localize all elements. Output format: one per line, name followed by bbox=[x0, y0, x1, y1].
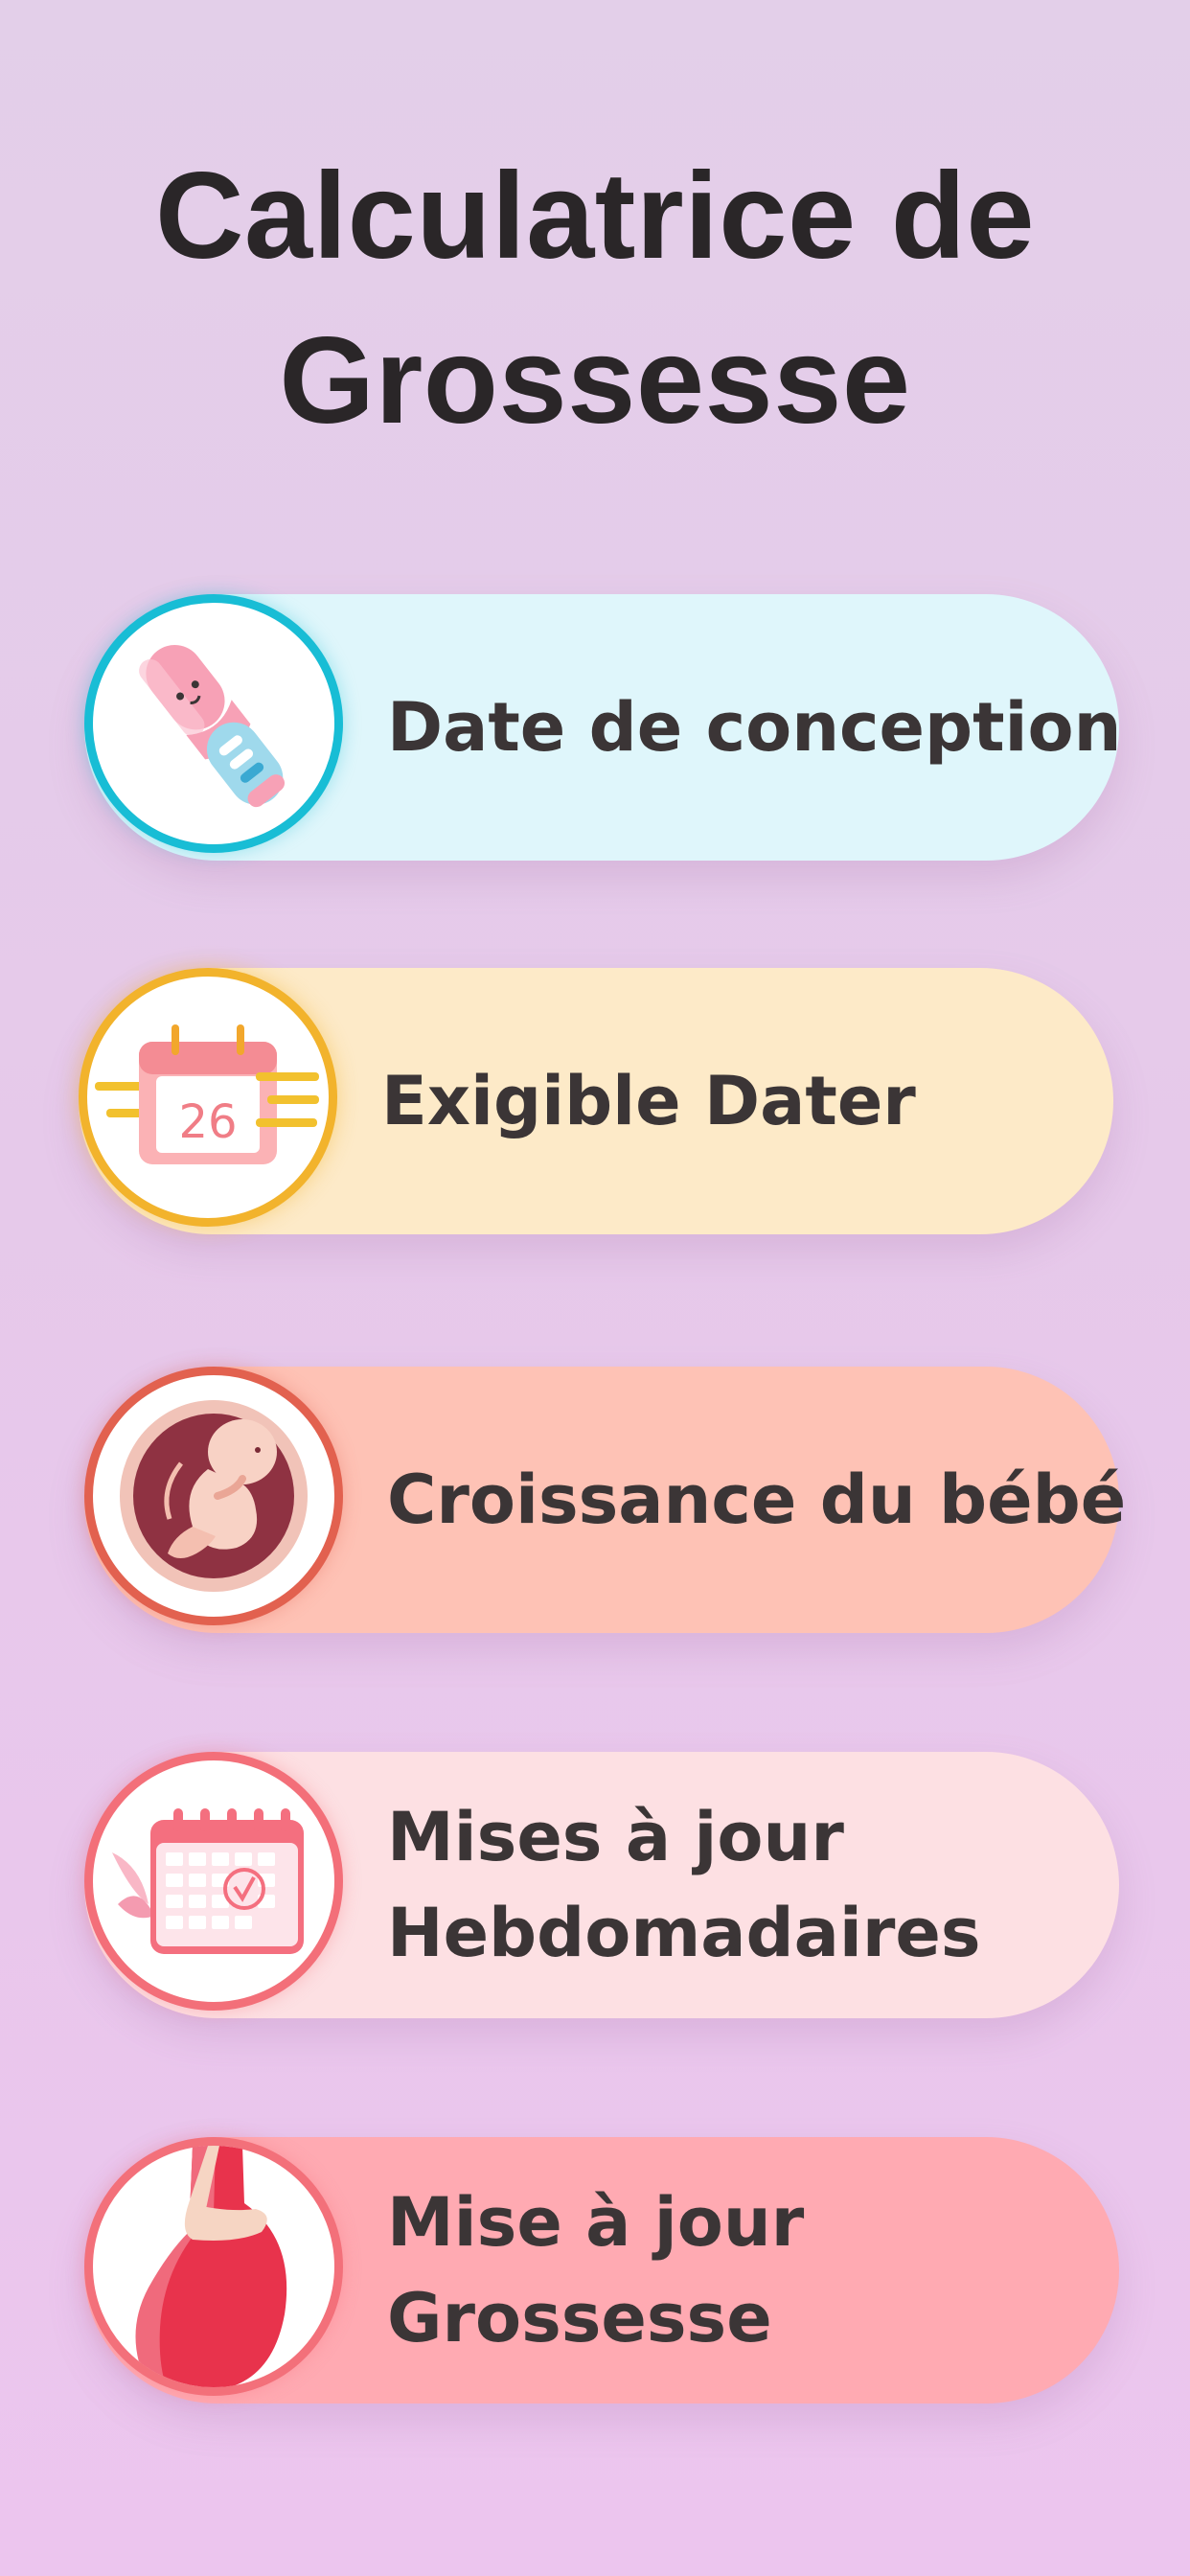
conception-date-button[interactable]: Date de conception bbox=[84, 594, 1122, 861]
calendar-day-number: 26 bbox=[178, 1095, 237, 1149]
calendar-26-icon: 26 bbox=[79, 968, 337, 1227]
due-date-button[interactable]: 26 Exigible Dater bbox=[79, 968, 1113, 1234]
page-title-line-2: Grossesse bbox=[279, 312, 911, 449]
weekly-calendar-icon bbox=[84, 1752, 343, 2011]
weekly-updates-button[interactable]: Mises à jour Hebdomadaires bbox=[84, 1752, 1119, 2018]
conception-date-label-line-1: Date de conception bbox=[387, 688, 1122, 767]
pregnancy-update-button[interactable]: Mise à jour Grossesse bbox=[84, 2137, 1119, 2404]
baby-growth-button[interactable]: Croissance du bébé bbox=[84, 1367, 1127, 1633]
pregnancy-update-label-line-1: Mise à jour bbox=[387, 2183, 805, 2262]
baby-growth-label: Croissance du bébé bbox=[387, 1367, 1127, 1633]
page-title: Calculatrice de Grossesse bbox=[0, 134, 1190, 464]
fetus-icon bbox=[84, 1367, 343, 1625]
conception-date-label: Date de conception bbox=[387, 594, 1122, 861]
page-title-line-1: Calculatrice de bbox=[154, 148, 1036, 285]
baby-growth-label-line-1: Croissance du bébé bbox=[387, 1460, 1127, 1539]
weekly-updates-label-line-2: Hebdomadaires bbox=[387, 1894, 981, 1972]
weekly-updates-label-line-1: Mises à jour bbox=[387, 1798, 844, 1876]
pregnancy-update-label-line-2: Grossesse bbox=[387, 2279, 772, 2358]
due-date-label-line-1: Exigible Dater bbox=[381, 1062, 916, 1140]
weekly-updates-label: Mises à jour Hebdomadaires bbox=[387, 1752, 1090, 2018]
pregnant-belly-icon bbox=[84, 2137, 343, 2396]
pregnancy-test-icon bbox=[84, 594, 343, 853]
due-date-label: Exigible Dater bbox=[381, 968, 1085, 1234]
pregnancy-update-label: Mise à jour Grossesse bbox=[387, 2137, 1090, 2404]
